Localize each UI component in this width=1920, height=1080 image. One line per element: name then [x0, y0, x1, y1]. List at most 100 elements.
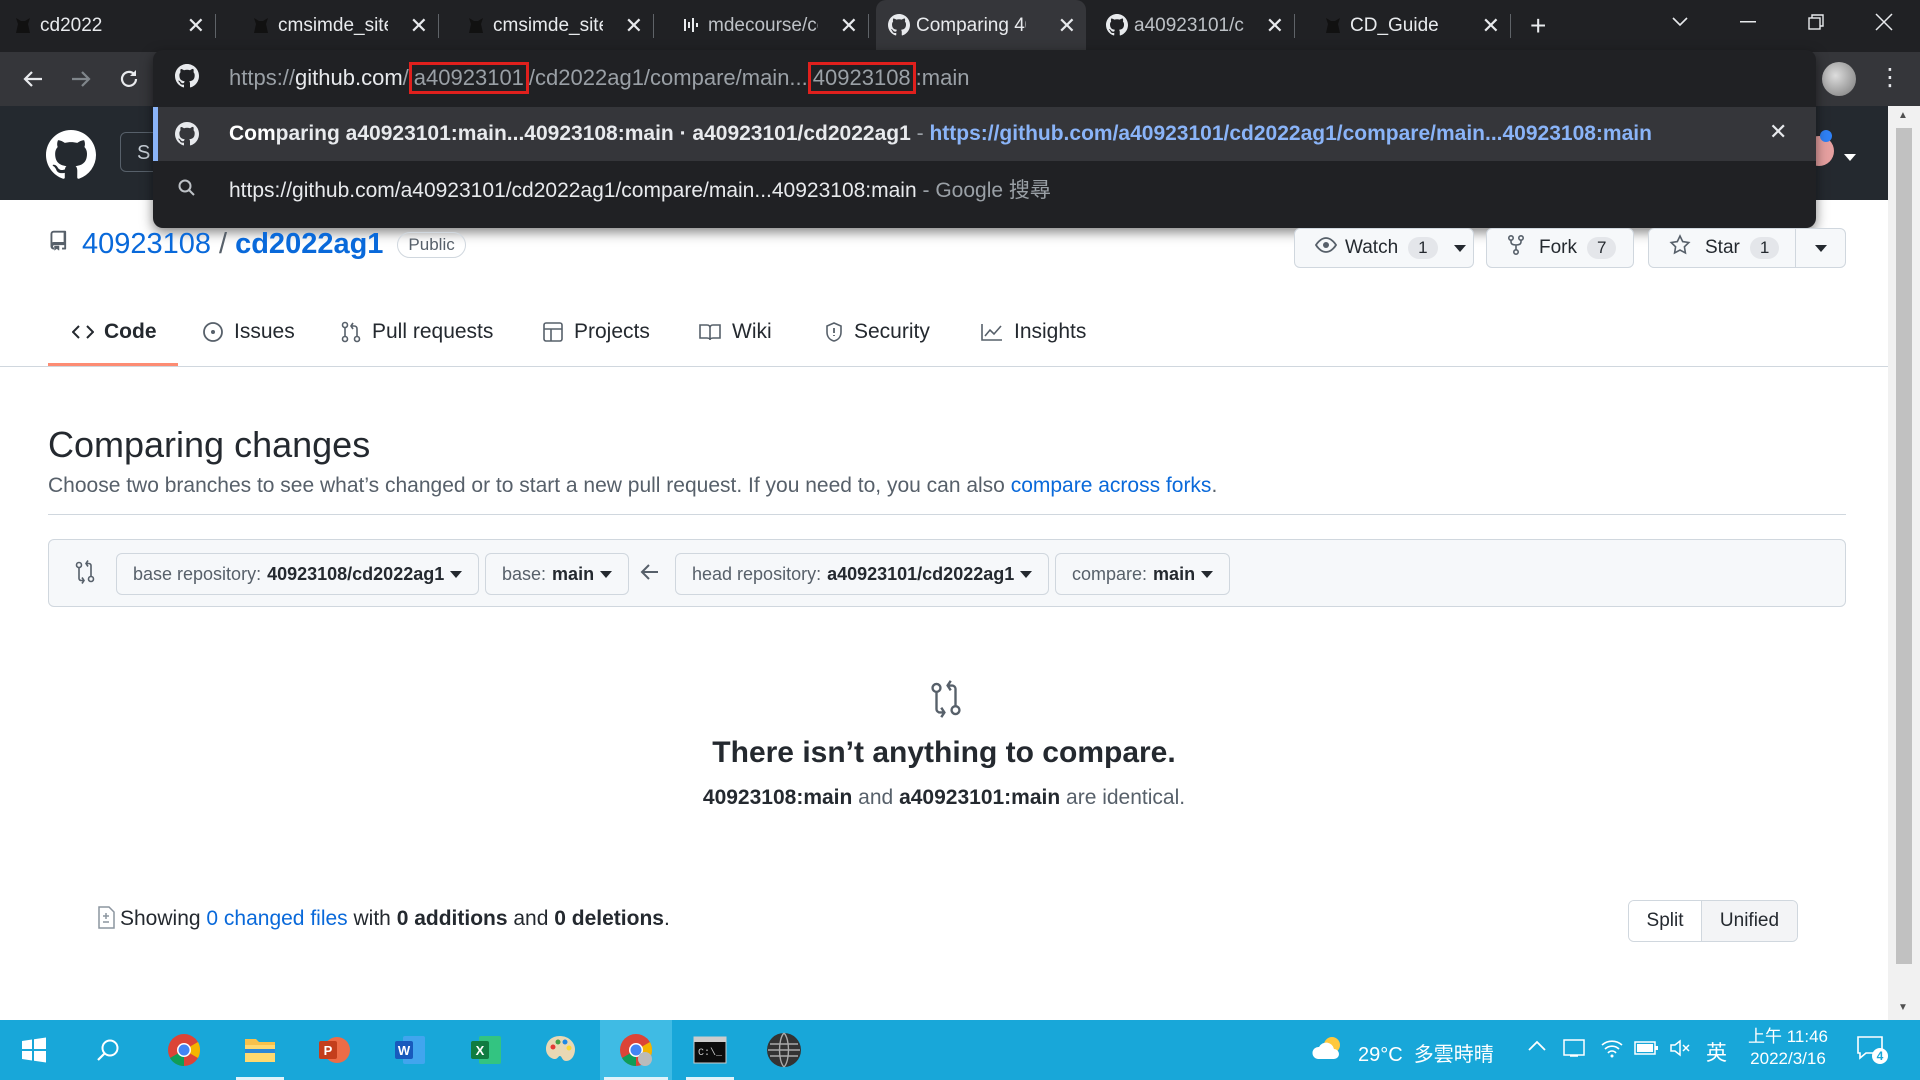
windows-start-icon[interactable]: [14, 1030, 54, 1070]
clock[interactable]: 上午 11:46 2022/3/16: [1742, 1026, 1834, 1070]
base-repository-select[interactable]: base repository: 40923108/cd2022ag1: [116, 553, 480, 595]
browser-tab-4[interactable]: mdecourse/cc ✕: [668, 0, 869, 52]
battery-icon[interactable]: [1634, 1038, 1660, 1063]
base-branch-select[interactable]: base: main: [485, 553, 630, 595]
remove-suggestion-close-icon[interactable]: ✕: [1769, 119, 1787, 145]
tab-issues[interactable]: Issues: [202, 310, 295, 354]
profile-avatar[interactable]: [1822, 62, 1856, 96]
caret-down-icon[interactable]: [1838, 148, 1856, 166]
window-close-icon[interactable]: [1854, 0, 1914, 44]
back-arrow-icon[interactable]: [16, 62, 50, 96]
soundwave-icon: [680, 14, 702, 36]
head-repository-select[interactable]: head repository: a40923101/cd2022ag1: [675, 553, 1050, 595]
suggestion-text: https://github.com/a40923101/cd2022ag1/c…: [229, 174, 1051, 204]
caret-down-icon: [1453, 244, 1466, 252]
browser-tab-1[interactable]: cd2022 ✕: [0, 0, 216, 52]
powerpoint-icon[interactable]: P: [314, 1030, 354, 1070]
unified-button[interactable]: Unified: [1702, 901, 1797, 941]
kebab-menu-icon[interactable]: ⋮: [1878, 64, 1902, 92]
fork-icon: [1507, 234, 1525, 261]
split-button[interactable]: Split: [1629, 901, 1702, 941]
omnibox-suggestion-search[interactable]: https://github.com/a40923101/cd2022ag1/c…: [153, 162, 1816, 216]
ref-base: 40923108:main: [702, 786, 853, 809]
compare-across-forks-link[interactable]: compare across forks: [1011, 474, 1212, 497]
reload-icon[interactable]: [112, 62, 146, 96]
star-lists-caret-icon[interactable]: [1815, 245, 1827, 252]
repo-name-link[interactable]: cd2022ag1: [235, 228, 383, 261]
volume-muted-icon[interactable]: [1668, 1036, 1692, 1065]
chrome-profile-icon[interactable]: [616, 1030, 656, 1070]
excel-icon[interactable]: X: [466, 1030, 506, 1070]
close-icon[interactable]: ✕: [187, 13, 205, 39]
meet-now-icon[interactable]: [1562, 1036, 1586, 1065]
close-icon[interactable]: ✕: [625, 13, 643, 39]
star-button[interactable]: Star 1: [1648, 228, 1846, 268]
tab-security[interactable]: Security: [824, 310, 930, 354]
changed-files-link[interactable]: 0 changed files: [206, 907, 347, 930]
tab-code[interactable]: Code: [72, 310, 157, 354]
deletions-count: 0 deletions: [554, 907, 664, 930]
compare-branch-label: compare:: [1072, 563, 1148, 584]
visibility-badge: Public: [397, 231, 466, 258]
chrome-icon[interactable]: [164, 1030, 204, 1070]
search-icon[interactable]: [88, 1030, 128, 1070]
browser-tab-5-active[interactable]: Comparing 40 ✕: [876, 0, 1086, 52]
suggestion-separator: -: [910, 122, 930, 145]
restore-icon[interactable]: [1786, 0, 1846, 44]
ime-indicator[interactable]: 英: [1706, 1037, 1727, 1067]
page-scrollbar[interactable]: ▲ ▼: [1888, 106, 1920, 1020]
url-scheme: https://: [229, 65, 296, 90]
watch-button[interactable]: Watch 1: [1294, 228, 1474, 268]
omnibox-suggestion-history[interactable]: Comparing a40923101:main...40923108:main…: [153, 107, 1816, 161]
scroll-up-arrow-icon[interactable]: ▲: [1898, 110, 1908, 121]
weather-text[interactable]: 29°C 多雲時晴: [1358, 1038, 1494, 1067]
search-icon: [177, 178, 197, 204]
browser-tab-2[interactable]: cmsimde_site ✕: [238, 0, 439, 52]
browser-tab-6[interactable]: a40923101/cc ✕: [1094, 0, 1295, 52]
new-tab-plus-icon[interactable]: +: [1530, 10, 1546, 42]
close-icon[interactable]: ✕: [840, 13, 858, 39]
github-logo-icon[interactable]: [46, 130, 96, 185]
tab-title: cmsimde_site: [278, 15, 388, 36]
fork-button[interactable]: Fork 7: [1486, 228, 1634, 268]
minimize-icon[interactable]: [1718, 0, 1778, 44]
paint-palette-icon[interactable]: [540, 1030, 580, 1070]
word-icon[interactable]: W: [390, 1030, 430, 1070]
url-host: github.com: [295, 65, 403, 90]
suggestion-query: https://github.com/a40923101/cd2022ag1/c…: [229, 179, 917, 202]
terminal-icon[interactable]: C:\_: [690, 1030, 730, 1070]
close-icon[interactable]: ✕: [1482, 13, 1500, 39]
tab-insights[interactable]: Insights: [980, 310, 1086, 354]
wifi-icon[interactable]: [1600, 1036, 1624, 1065]
tab-title: mdecourse/cc: [708, 15, 818, 36]
close-icon[interactable]: ✕: [410, 13, 428, 39]
close-icon[interactable]: ✕: [1058, 13, 1076, 39]
scrollbar-thumb[interactable]: [1896, 128, 1912, 964]
close-icon[interactable]: ✕: [1266, 13, 1284, 39]
notification-dot: [1820, 130, 1832, 142]
scroll-down-arrow-icon[interactable]: ▼: [1898, 1002, 1908, 1013]
address-bar-input[interactable]: https://github.com / a40923101/cd2022ag1/c…: [229, 62, 969, 94]
suggestion-title: paring a40923101:main...40923108:main · …: [275, 122, 911, 145]
sphere-app-icon[interactable]: [764, 1030, 804, 1070]
tab-title: cd2022: [40, 15, 103, 36]
browser-tab-7[interactable]: CD_Guide ✕: [1310, 0, 1511, 52]
chevron-up-icon[interactable]: [1528, 1038, 1546, 1056]
compare-branch-select[interactable]: compare: main: [1055, 553, 1231, 595]
tab-projects[interactable]: Projects: [542, 310, 650, 354]
repo-owner-link[interactable]: 40923108: [82, 228, 211, 261]
tab-search-chevron-icon[interactable]: [1650, 0, 1710, 44]
tab-wiki[interactable]: Wiki: [698, 310, 772, 354]
star-icon: [1669, 234, 1691, 262]
suggestion-engine: - Google 搜尋: [916, 179, 1051, 202]
tab-projects-label: Projects: [574, 320, 650, 343]
file-explorer-icon[interactable]: [240, 1030, 280, 1070]
forward-arrow-icon[interactable]: [64, 62, 98, 96]
tab-pull-requests[interactable]: Pull requests: [340, 310, 493, 354]
notification-count: 4: [1872, 1048, 1888, 1064]
tab-wiki-label: Wiki: [732, 320, 772, 343]
notification-center-icon[interactable]: 4: [1856, 1034, 1888, 1067]
partly-cloudy-icon[interactable]: [1312, 1033, 1346, 1068]
compare-swap-icon[interactable]: [74, 560, 96, 589]
browser-tab-3[interactable]: cmsimde_site ✕: [453, 0, 654, 52]
